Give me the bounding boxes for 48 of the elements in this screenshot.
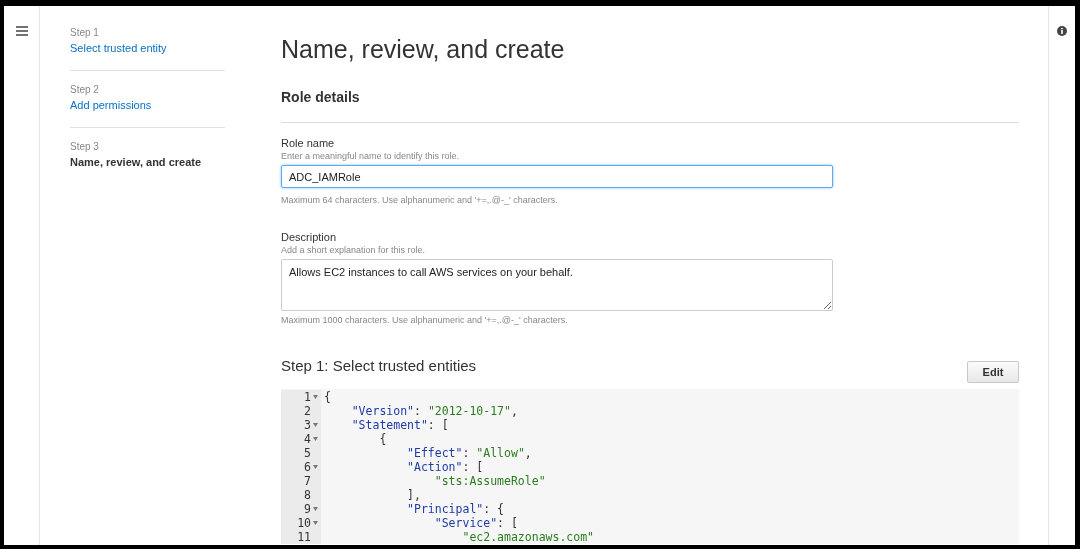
- field-label: Description: [281, 229, 338, 244]
- line-number: 11: [297, 530, 311, 544]
- fold-icon[interactable]: [312, 395, 318, 399]
- field-hint: Enter a meaningful name to identify this role.: [281, 150, 461, 162]
- code-line: "Version": "2012-10-17",: [350, 404, 519, 418]
- fold-icon[interactable]: [312, 521, 318, 525]
- line-number: 6: [304, 460, 311, 474]
- code-line: "Action": [: [406, 460, 485, 474]
- line-number: 3: [304, 418, 311, 432]
- role-name-field[interactable]: ADC_IAMRole: [281, 165, 833, 188]
- line-number: 9: [304, 502, 311, 516]
- line-number: 2: [304, 404, 311, 418]
- line-number: 8: [304, 488, 311, 502]
- help-text: Maximum 1000 characters. Use alphanumeric and '+=,.@-_' characters.: [281, 313, 569, 327]
- line-number: 7: [304, 474, 311, 488]
- code-line: "Principal": {: [406, 502, 506, 516]
- line-number: 1: [304, 390, 311, 404]
- description-field[interactable]: Allows EC2 instances to call AWS services on your behalf.: [281, 258, 833, 311]
- section-title: Step 1: Select trusted entities: [281, 355, 477, 376]
- step-number: Step 1: [70, 26, 100, 40]
- line-number: 4: [304, 432, 311, 446]
- section-title: Role details: [281, 87, 1019, 123]
- info-icon[interactable]: [1057, 26, 1067, 36]
- fold-icon[interactable]: [312, 507, 318, 511]
- line-number: 10: [297, 516, 311, 530]
- edit-button[interactable]: Edit: [967, 361, 1019, 383]
- fold-icon[interactable]: [312, 423, 318, 427]
- code-line: "Service": [: [433, 516, 519, 530]
- step-link[interactable]: Add permissions: [70, 97, 225, 113]
- code-line: {: [378, 432, 388, 446]
- code-line: ],: [406, 488, 422, 502]
- page-title: Name, review, and create: [281, 34, 566, 65]
- code-line: "Statement": [: [350, 418, 450, 432]
- help-text: Maximum 64 characters. Use alphanumeric and '+=,.@-_' characters.: [281, 194, 559, 207]
- code-line: "Effect": "Allow",: [406, 446, 533, 460]
- menu-icon[interactable]: [15, 26, 28, 36]
- step-number: Step 3: [70, 140, 100, 154]
- fold-icon[interactable]: [312, 437, 318, 441]
- code-line: {: [324, 390, 332, 404]
- field-label: Role name: [281, 136, 336, 150]
- code-line: "ec2.amazonaws.com": [461, 530, 595, 544]
- code-line: "sts:AssumeRole": [433, 474, 547, 488]
- step-label: Name, review, and create: [70, 155, 203, 170]
- field-hint: Add a short explanation for this role.: [281, 243, 427, 256]
- fold-icon[interactable]: [312, 465, 318, 469]
- step-number: Step 2: [70, 83, 100, 97]
- line-number: 5: [304, 446, 311, 460]
- step-link[interactable]: Select trusted entity: [70, 40, 225, 56]
